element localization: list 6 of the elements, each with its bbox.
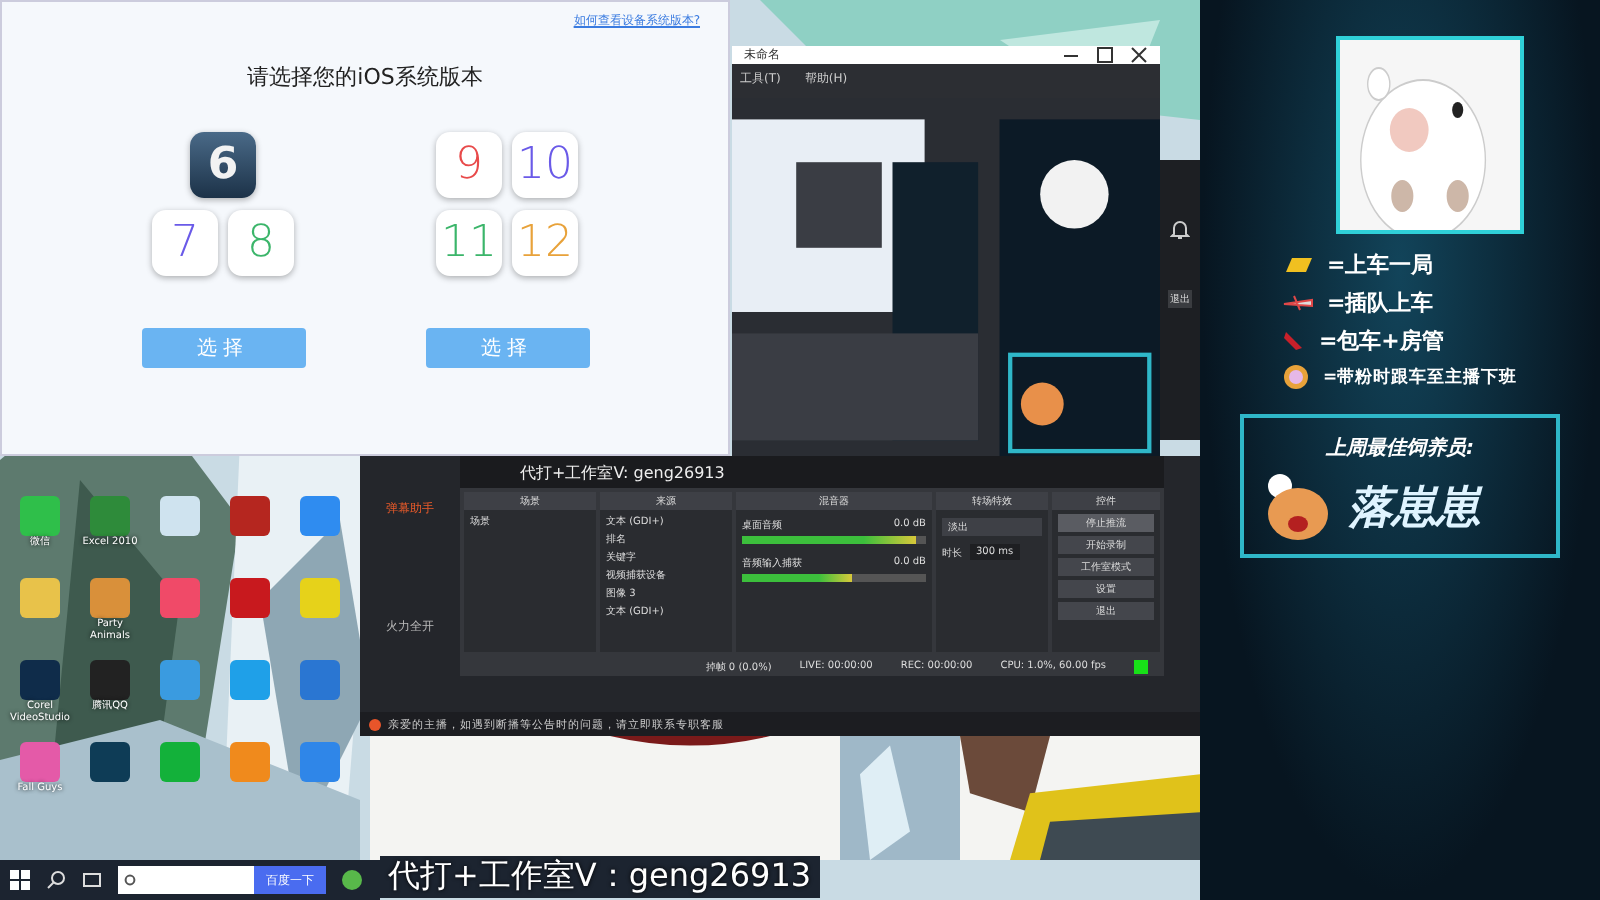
legend-text: =包车+房管 bbox=[1318, 326, 1444, 356]
winner-name: 落崽崽 bbox=[1348, 482, 1480, 538]
legend-text: =上车一局 bbox=[1326, 250, 1434, 280]
legend-text: =带粉时跟车至主播下班 bbox=[1322, 365, 1518, 389]
legend-text: =插队上车 bbox=[1326, 288, 1434, 318]
card-title: 上周最佳饲养员: bbox=[1323, 434, 1476, 462]
